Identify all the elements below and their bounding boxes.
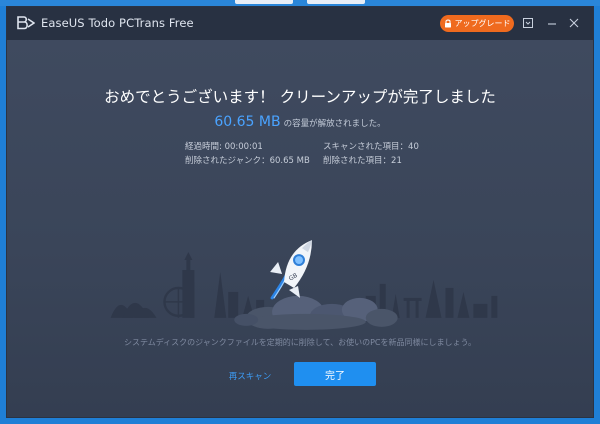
freed-size-value: 60.65 MB [214, 114, 281, 130]
done-button[interactable]: 完了 [294, 362, 376, 386]
deleted-junk-label: 削除されたジャンク [185, 156, 262, 166]
done-button-label: 完了 [325, 370, 345, 382]
rocket-icon: GB [270, 240, 312, 300]
scanned-items-label: スキャンされた項目 [323, 142, 400, 152]
upgrade-button[interactable]: アップグレード [440, 15, 514, 32]
deleted-junk-value: 60.65 MB [269, 156, 310, 166]
deleted-items-row: 削除された項目：21 [323, 156, 402, 166]
scanned-items-row: スキャンされた項目：40 [323, 142, 419, 152]
main-content: おめでとうございます！ クリーンアップが完了しました 60.65 MB の容量が解… [7, 40, 593, 417]
minimize-icon [548, 23, 556, 25]
app-logo-icon [17, 16, 35, 30]
window-title: EaseUS Todo PCTrans Free [41, 16, 194, 30]
deleted-items-label: 削除された項目 [323, 156, 383, 166]
deleted-items-value: 21 [391, 156, 402, 166]
app-window: EaseUS Todo PCTrans Free アップグレード おめでとうござ… [6, 6, 594, 418]
freed-size-suffix: の容量が解放されました。 [283, 119, 386, 129]
page-title: おめでとうございます！ クリーンアップが完了しました [104, 88, 496, 106]
desktop-tab [235, 0, 293, 4]
freed-size-line: 60.65 MB の容量が解放されました。 [7, 112, 593, 133]
desktop-tab [307, 0, 365, 4]
close-icon [569, 18, 579, 28]
stats-left: 経過時間: 00:00:01 削除されたジャンク：60.65 MB [185, 140, 310, 168]
lock-icon [444, 19, 451, 28]
feedback-icon [523, 18, 533, 28]
elapsed-time-row: 経過時間: 00:00:01 [185, 142, 263, 152]
close-button[interactable] [566, 15, 582, 31]
feedback-button[interactable] [520, 15, 536, 31]
scanned-items-value: 40 [408, 142, 419, 152]
rescan-link[interactable]: 再スキャン [228, 370, 272, 384]
cleanup-tip: システムディスクのジャンクファイルを定期的に削除して、お使いのPCを新品同様にし… [123, 338, 477, 347]
deleted-junk-row: 削除されたジャンク：60.65 MB [185, 156, 310, 166]
minimize-button[interactable] [544, 15, 560, 31]
upgrade-label: アップグレード [454, 19, 511, 28]
elapsed-time-label: 経過時間 [185, 142, 220, 152]
title-bar[interactable]: EaseUS Todo PCTrans Free アップグレード [7, 7, 593, 40]
elapsed-time-value: 00:00:01 [224, 142, 263, 152]
stats-right: スキャンされた項目：40 削除された項目：21 [323, 140, 419, 168]
success-illustration: GB [110, 240, 498, 330]
